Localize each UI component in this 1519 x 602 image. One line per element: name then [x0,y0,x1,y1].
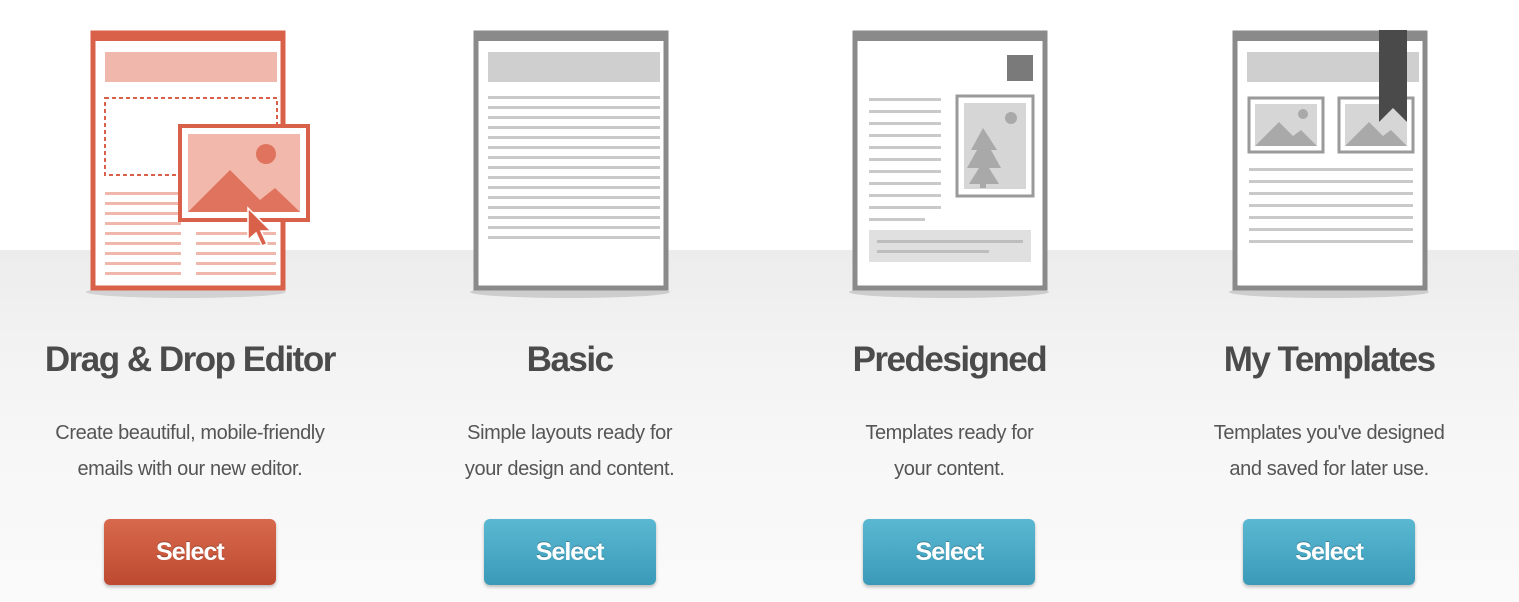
predesigned-template-icon [829,30,1069,305]
option-title: Basic [526,340,614,379]
option-drag-drop-editor: Drag & Drop Editor Create beautiful, mob… [0,0,380,602]
option-title: My Templates [1223,340,1436,379]
my-templates-icon [1209,30,1449,305]
option-description-line: Create beautiful, mobile-friendly [55,422,325,444]
option-description-line: Simple layouts ready for [467,422,673,444]
option-description: Create beautiful, mobile-friendly emails… [0,415,380,487]
select-drag-drop-editor-button[interactable]: Select [103,519,276,585]
option-description-line: emails with our new editor. [77,458,303,480]
option-predesigned: Predesigned Templates ready for your con… [760,0,1140,602]
option-description: Simple layouts ready for your design and… [380,415,760,487]
template-options: Drag & Drop Editor Create beautiful, mob… [0,0,1519,602]
drag-drop-editor-icon [70,30,310,305]
option-description: Templates ready for your content. [760,415,1140,487]
option-description: Templates you've designed and saved for … [1139,415,1519,487]
option-title: Drag & Drop Editor [44,340,336,379]
option-title: Predesigned [852,340,1048,379]
option-description-line: your design and content. [464,458,675,480]
select-my-templates-button[interactable]: Select [1243,519,1416,585]
option-description-line: and saved for later use. [1229,458,1429,480]
basic-template-icon [450,30,690,305]
option-my-templates: My Templates Templates you've designed a… [1139,0,1519,602]
option-description-line: your content. [894,458,1005,480]
option-basic: Basic Simple layouts ready for your desi… [380,0,760,602]
select-predesigned-button[interactable]: Select [863,519,1036,585]
select-basic-button[interactable]: Select [483,519,656,585]
option-description-line: Templates you've designed [1213,422,1445,444]
option-description-line: Templates ready for [865,422,1034,444]
